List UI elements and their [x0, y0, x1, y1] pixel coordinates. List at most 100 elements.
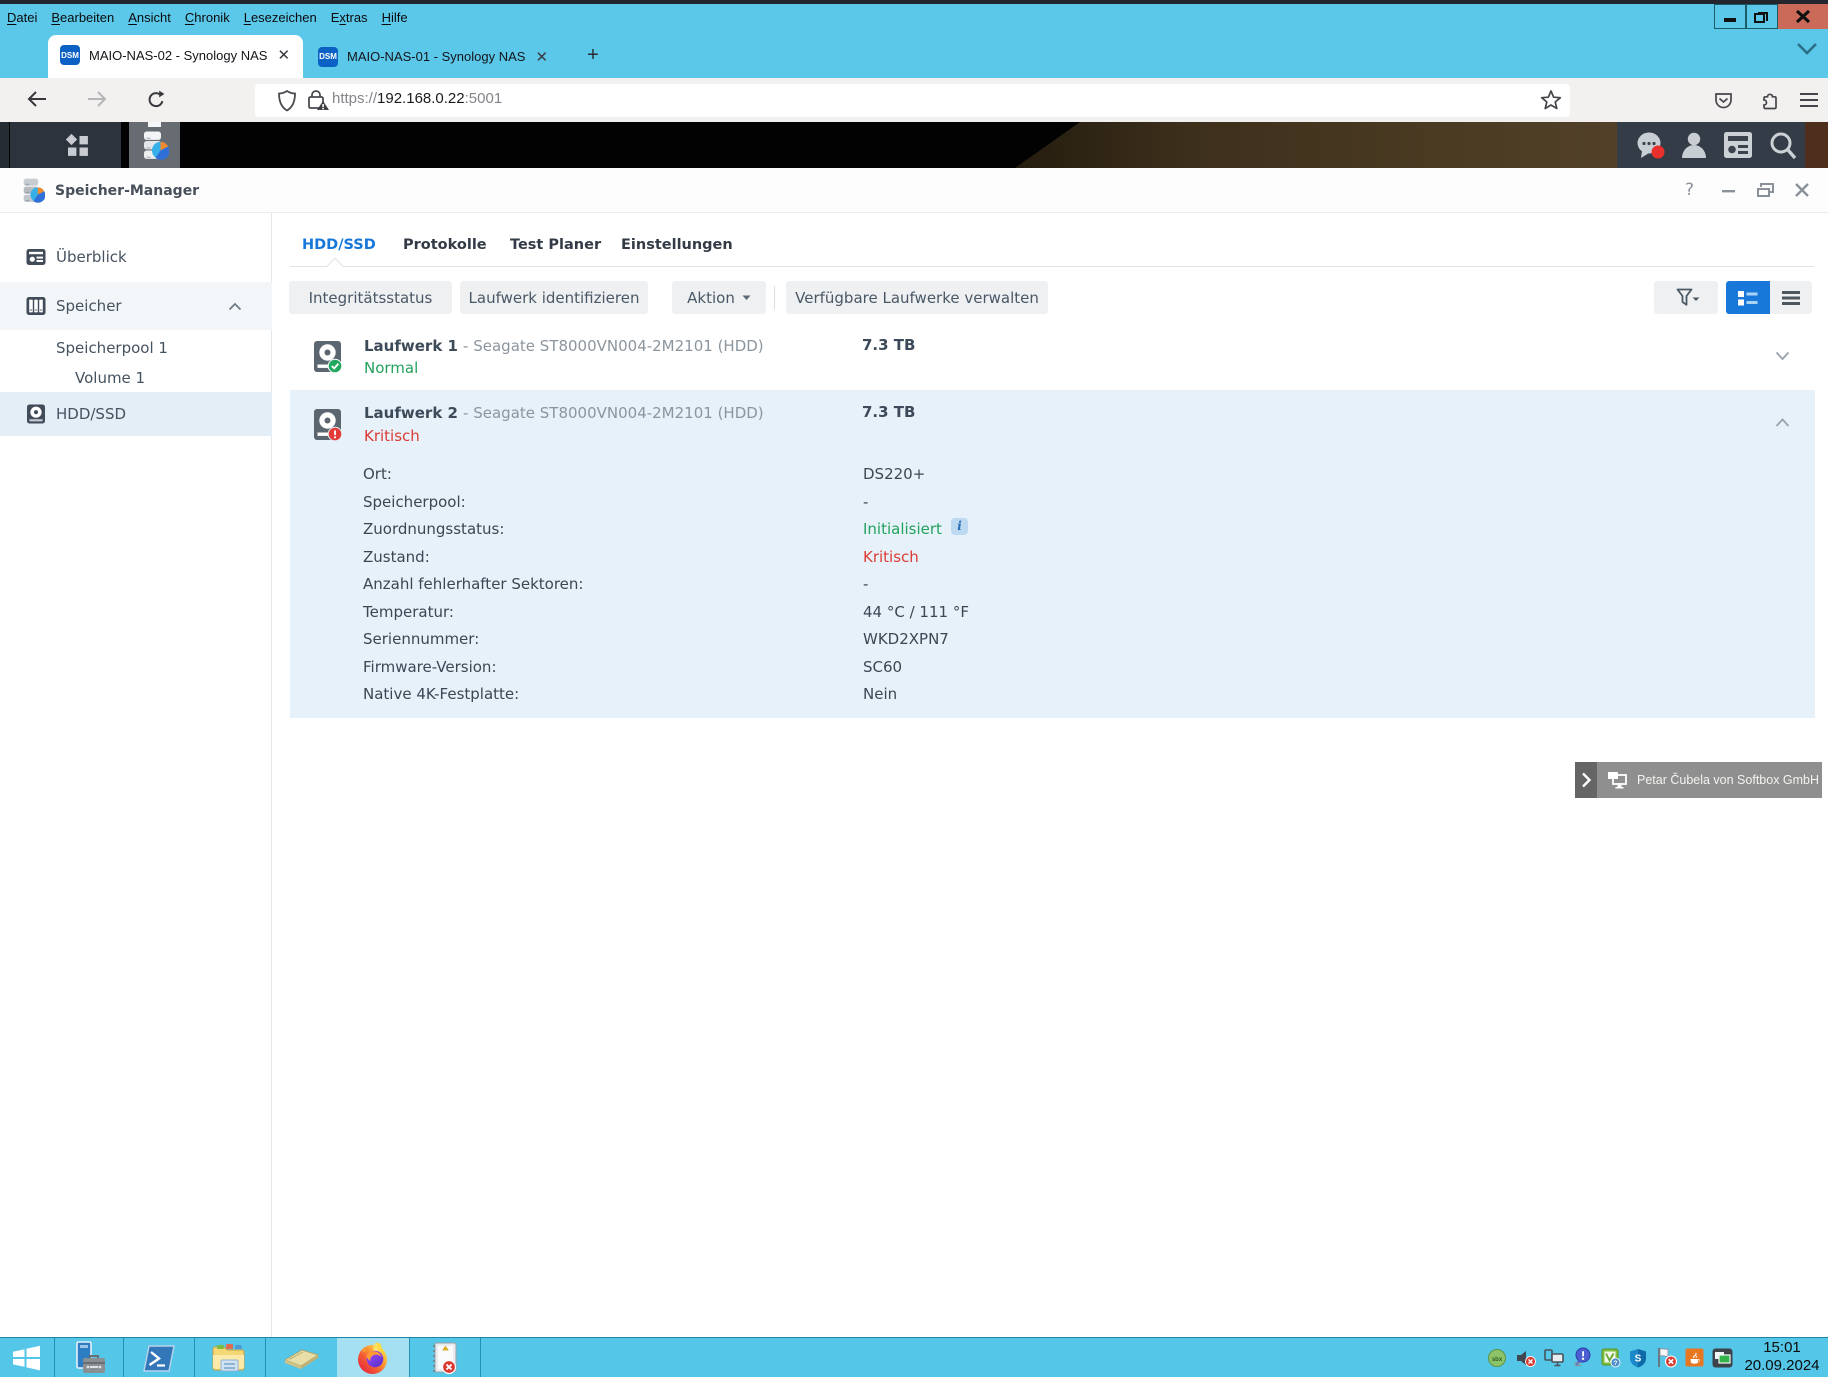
app-sidebar: Überblick Speicher Speicherpool 1 Volume…: [0, 213, 272, 1337]
info-icon-glyph: i: [951, 518, 968, 535]
taskbar-clock[interactable]: 15:01 20.09.2024: [1740, 1339, 1824, 1375]
menu-hilfe[interactable]: Hilfe: [375, 4, 415, 25]
tray-flag-status-icon[interactable]: [1656, 1347, 1678, 1368]
remote-session-toast[interactable]: Petar Čubela von Softbox GmbH: [1575, 762, 1822, 798]
menu-lesezeichen[interactable]: Lesezeichen: [237, 4, 324, 25]
filter-button[interactable]: [1654, 281, 1718, 314]
drive-model: - Seagate ST8000VN004-2M2101 (HDD): [463, 337, 764, 355]
expand-chevron-icon[interactable]: [1775, 351, 1790, 361]
detail-view-button[interactable]: [1770, 281, 1812, 314]
sidebar-item-label: Volume 1: [75, 369, 145, 387]
dsm-user-icon[interactable]: [1681, 131, 1707, 159]
info-icon[interactable]: i: [951, 518, 968, 535]
menu-bearbeiten[interactable]: Bearbeiten: [44, 4, 121, 25]
storage-manager-app-icon: [22, 178, 45, 203]
dsm-widgets-icon[interactable]: [1723, 131, 1753, 159]
app-help-button[interactable]: ?: [1685, 180, 1694, 200]
browser-minimize-button[interactable]: [1714, 4, 1746, 29]
detail-label: Ort:: [363, 465, 392, 483]
list-view-button[interactable]: [1726, 281, 1770, 314]
tab-hdd-ssd[interactable]: HDD/SSD: [302, 237, 376, 253]
desktop-wallpaper-right: [1805, 122, 1828, 168]
menu-ansicht[interactable]: Ansicht: [121, 4, 178, 25]
hamburger-menu-icon[interactable]: [1799, 92, 1819, 113]
toast-expand-chevron[interactable]: [1575, 762, 1597, 798]
detail-label: Zuordnungsstatus:: [363, 520, 504, 538]
app-minimize-button[interactable]: [1720, 181, 1738, 204]
reload-icon[interactable]: [146, 89, 166, 114]
tray-network-icon[interactable]: [1544, 1349, 1564, 1367]
drive-name: Laufwerk 1: [364, 337, 458, 355]
tab-close-icon[interactable]: ✕: [277, 46, 290, 64]
collapse-chevron-icon[interactable]: [1775, 418, 1790, 428]
dsm-favicon: DSM: [318, 47, 338, 67]
storage-icon: [26, 296, 46, 316]
tab-einstellungen[interactable]: Einstellungen: [621, 237, 733, 253]
pocket-icon[interactable]: [1713, 90, 1734, 116]
dsm-main-menu-button[interactable]: [10, 122, 121, 168]
book-app-taskbar-button[interactable]: [265, 1338, 337, 1377]
sidebar-item-ueberblick[interactable]: Überblick: [0, 236, 272, 278]
tab-list-chevron-icon[interactable]: [1796, 42, 1818, 59]
toolbar-integritaetsstatus-button[interactable]: Integritätsstatus: [289, 281, 452, 314]
dsm-chat-icon[interactable]: [1635, 131, 1669, 161]
app-close-button[interactable]: [1793, 181, 1811, 204]
firefox-taskbar-button[interactable]: [337, 1338, 409, 1377]
collapse-chevron-icon[interactable]: [228, 302, 242, 311]
tray-vm-tools-icon[interactable]: ?: [1601, 1348, 1621, 1368]
new-tab-button[interactable]: +: [578, 40, 608, 70]
tray-remote-screens-icon[interactable]: [1712, 1348, 1733, 1368]
powershell-taskbar-button[interactable]: [123, 1338, 194, 1377]
detail-value: 44 °C / 111 °F: [863, 603, 969, 621]
lock-warning-icon[interactable]: [306, 89, 330, 116]
detail-label: Firmware-Version:: [363, 658, 497, 676]
app-restore-button[interactable]: [1756, 181, 1776, 204]
shield-icon[interactable]: [276, 89, 298, 118]
toolbar-separator: [774, 286, 775, 310]
overview-icon: [26, 247, 46, 267]
taskbar-separator: [480, 1338, 481, 1377]
tab-test-planer[interactable]: Test Planer: [510, 237, 601, 253]
tray-sophos-shield-icon[interactable]: S: [1629, 1348, 1647, 1368]
browser-close-button[interactable]: [1778, 4, 1828, 29]
menu-label-key: B: [51, 10, 60, 25]
sidebar-item-speicherpool[interactable]: Speicherpool 1: [0, 334, 272, 362]
extensions-puzzle-icon[interactable]: [1757, 89, 1779, 116]
drive-row-2[interactable]: Laufwerk 2 - Seagate ST8000VN004-2M2101 …: [290, 390, 1815, 718]
drive-row-1[interactable]: Laufwerk 1 - Seagate ST8000VN004-2M2101 …: [290, 323, 1815, 390]
detail-label: Seriennummer:: [363, 630, 479, 648]
tray-alert-balloon-icon[interactable]: [1572, 1347, 1592, 1368]
start-button[interactable]: [0, 1338, 54, 1377]
detail-label: Temperatur:: [363, 603, 454, 621]
menu-chronik[interactable]: Chronik: [178, 4, 237, 25]
menu-datei[interactable]: Datei: [0, 4, 44, 25]
bookmark-star-icon[interactable]: [1540, 89, 1562, 116]
menu-label-part: hronik: [194, 10, 229, 25]
file-explorer-taskbar-button[interactable]: [194, 1338, 265, 1377]
tab-close-icon[interactable]: ✕: [535, 48, 548, 66]
notes-app-taskbar-button[interactable]: [409, 1338, 480, 1377]
dsm-storage-manager-taskbar-button[interactable]: [129, 122, 180, 168]
sidebar-item-speicher[interactable]: Speicher: [0, 282, 272, 330]
tray-java-icon[interactable]: [1685, 1348, 1704, 1367]
server-manager-taskbar-button[interactable]: [54, 1338, 123, 1377]
toolbar-laufwerk-identifizieren-button[interactable]: Laufwerk identifizieren: [460, 281, 648, 314]
remote-screens-icon: [1607, 771, 1629, 789]
tab-protokolle[interactable]: Protokolle: [403, 237, 487, 253]
menu-extras[interactable]: Extras: [324, 4, 375, 25]
sidebar-item-volume[interactable]: Volume 1: [0, 364, 272, 392]
back-icon[interactable]: [26, 90, 48, 113]
browser-tab-inactive[interactable]: DSM MAIO-NAS-01 - Synology NAS ✕: [318, 35, 568, 78]
sidebar-item-label: Speicher: [56, 297, 122, 315]
drive-size: 7.3 TB: [862, 403, 915, 421]
sidebar-item-hdd-ssd[interactable]: HDD/SSD: [0, 392, 272, 436]
toolbar-verfuegbare-laufwerke-button[interactable]: Verfügbare Laufwerke verwalten: [786, 281, 1048, 314]
toolbar-aktion-button[interactable]: Aktion: [672, 281, 766, 314]
forward-icon[interactable]: [86, 90, 108, 113]
browser-tab-active[interactable]: DSM MAIO-NAS-02 - Synology NAS ✕: [48, 35, 303, 78]
tray-sbx-icon[interactable]: sbx: [1488, 1349, 1506, 1367]
drive-status: Kritisch: [364, 427, 420, 445]
tray-volume-muted-icon[interactable]: [1516, 1349, 1536, 1367]
dsm-search-icon[interactable]: [1769, 131, 1797, 160]
browser-restore-button[interactable]: [1746, 4, 1778, 29]
